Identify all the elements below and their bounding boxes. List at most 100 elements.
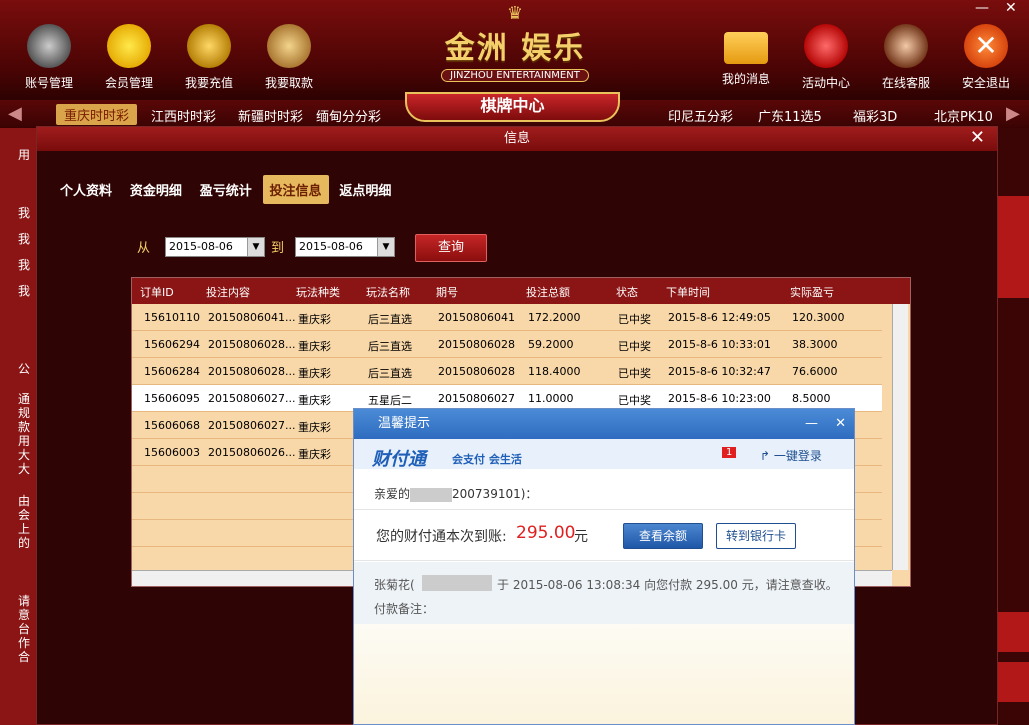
remark-label: 付款备注： (374, 602, 435, 616)
lottery-tab[interactable]: 广东11选5 (758, 106, 822, 125)
tab-fund-details[interactable]: 资金明细 (123, 175, 189, 204)
transfer-to-bank-button[interactable]: 转到银行卡 (716, 523, 796, 549)
table-cell: 20150806027... (208, 392, 296, 405)
view-balance-button[interactable]: 查看余额 (623, 523, 703, 549)
left-panel-text[interactable]: 我 (18, 230, 30, 247)
nav-label: 会员管理 (104, 76, 153, 90)
payment-message: 于 2015-08-06 13:08:34 向您付款 295.00 元，请注意查… (497, 578, 838, 592)
table-cell: 20150806026... (208, 446, 296, 459)
column-header: 订单ID (140, 286, 174, 299)
table-cell: 20150806028 (438, 338, 515, 351)
lottery-tab[interactable]: 北京PK10 (934, 106, 993, 125)
nav-label: 账号管理 (24, 76, 73, 90)
table-cell: 已中奖 (618, 394, 651, 407)
left-panel-text[interactable]: 我 (18, 282, 30, 299)
brand-slogan: 会支付 会生活 (452, 453, 522, 466)
column-header: 状态 (616, 286, 638, 299)
from-date-value: 2015-08-06 (169, 240, 233, 253)
table-row[interactable]: 15606294 20150806028... 重庆彩 后三直选 2015080… (132, 331, 882, 358)
masked-payer (422, 575, 492, 591)
online-support-button[interactable]: 在线客服 (871, 24, 941, 91)
table-row[interactable]: 15610110 20150806041... 重庆彩 后三直选 2015080… (132, 304, 882, 331)
table-cell: 20150806027 (438, 392, 515, 405)
masked-name (410, 487, 453, 502)
left-arrow-icon[interactable]: ◀ (8, 103, 22, 124)
tenpay-logo: 财付通 (372, 449, 426, 470)
table-cell: 15606284 (144, 365, 200, 378)
logo-subtitle: JINZHOU ENTERTAINMENT (441, 69, 589, 82)
minimize-icon[interactable]: — (805, 409, 818, 439)
table-cell: 已中奖 (618, 313, 651, 326)
payer-name: 张菊花( (374, 578, 415, 592)
to-date-value: 2015-08-06 (299, 240, 363, 253)
member-management-button[interactable]: 会员管理 (94, 24, 164, 91)
table-cell: 20150806028... (208, 338, 296, 351)
ruby-icon (804, 24, 848, 68)
modal-tabs: 个人资料 资金明细 盈亏统计 投注信息 返点明细 (53, 175, 398, 204)
window-close-icon[interactable]: ✕ (1005, 0, 1017, 16)
amount: 295.00 (516, 523, 576, 543)
exit-button[interactable]: ✕ 安全退出 (951, 24, 1021, 91)
tab-rebate-details[interactable]: 返点明细 (332, 175, 398, 204)
table-cell: 2015-8-6 10:32:47 (668, 365, 771, 378)
greeting-suffix: 200739101)： (452, 487, 538, 501)
logo-name: 金洲 娱乐 (444, 31, 586, 66)
nav-label: 活动中心 (801, 76, 850, 90)
right-side-button[interactable] (998, 196, 1029, 298)
right-side-button[interactable] (998, 662, 1029, 702)
chess-center-label: 棋牌中心 (480, 96, 545, 115)
support-agent-icon (884, 24, 928, 68)
tab-personal-info[interactable]: 个人资料 (53, 175, 119, 204)
table-cell: 8.5000 (792, 392, 831, 405)
popup-footer-area (354, 624, 854, 724)
messages-button[interactable]: 我的消息 (711, 24, 781, 87)
table-cell: 15606294 (144, 338, 200, 351)
table-cell: 重庆彩 (298, 448, 331, 461)
chess-center-tab[interactable]: 棋牌中心 (405, 92, 620, 122)
query-button[interactable]: 查询 (415, 234, 487, 262)
column-header: 玩法名称 (366, 286, 410, 299)
activity-center-button[interactable]: 活动中心 (791, 24, 861, 91)
table-cell: 后三直选 (368, 367, 412, 380)
window-minimize-icon[interactable]: — (975, 0, 989, 16)
table-cell: 重庆彩 (298, 421, 331, 434)
vertical-scrollbar[interactable] (892, 304, 908, 570)
from-label: 从 (137, 241, 151, 256)
account-management-button[interactable]: 账号管理 (14, 24, 84, 91)
close-icon[interactable]: ✕ (970, 127, 985, 149)
lottery-tab[interactable]: 江西时时彩 (151, 106, 216, 125)
from-date-field[interactable]: 2015-08-06 ▼ (165, 237, 265, 257)
to-date-field[interactable]: 2015-08-06 ▼ (295, 237, 395, 257)
tab-bet-info[interactable]: 投注信息 (262, 175, 329, 204)
payment-detail: 张菊花( 于 2015-08-06 13:08:34 向您付款 295.00 元… (354, 562, 854, 624)
table-row[interactable]: 15606284 20150806028... 重庆彩 后三直选 2015080… (132, 358, 882, 385)
table-cell: 后三直选 (368, 340, 412, 353)
lottery-tab[interactable]: 福彩3D (853, 106, 897, 125)
left-panel-text[interactable]: 我 (18, 256, 30, 273)
close-icon[interactable]: ✕ (835, 409, 846, 439)
coins-icon (187, 24, 231, 68)
greeting-prefix: 亲爱的 (374, 487, 411, 501)
tenpay-notice-popup: 温馨提示 — ✕ 财付通 会支付 会生活 1 ↱ 一键登录 亲爱的 2007391… (353, 408, 855, 725)
table-cell: 15610110 (144, 311, 200, 324)
table-cell: 20150806028... (208, 365, 296, 378)
left-panel-text[interactable]: 我 (18, 204, 30, 221)
table-cell: 59.2000 (528, 338, 574, 351)
lottery-tab[interactable]: 新疆时时彩 (238, 106, 303, 125)
tab-profit-stats[interactable]: 盈亏统计 (193, 175, 259, 204)
popup-header: 温馨提示 — ✕ (354, 409, 854, 439)
lottery-tab[interactable]: 重庆时时彩 (56, 104, 138, 125)
notice-box: 您的财付通本次到账: 295.00 元 查看余额 转到银行卡 (354, 509, 854, 561)
withdraw-button[interactable]: 我要取款 (254, 24, 324, 91)
right-side-button[interactable] (998, 612, 1029, 652)
lottery-tab[interactable]: 缅甸分分彩 (316, 106, 381, 125)
recharge-button[interactable]: 我要充值 (174, 24, 244, 91)
table-cell: 重庆彩 (298, 313, 331, 326)
right-arrow-icon[interactable]: ▶ (1006, 103, 1020, 124)
one-click-login-link[interactable]: ↱ 一键登录 (760, 447, 822, 464)
lottery-tab[interactable]: 印尼五分彩 (668, 106, 733, 125)
dropdown-arrow-icon[interactable]: ▼ (247, 238, 264, 256)
dropdown-arrow-icon[interactable]: ▼ (377, 238, 394, 256)
exit-icon: ✕ (964, 24, 1008, 68)
money-bag-icon (267, 24, 311, 68)
